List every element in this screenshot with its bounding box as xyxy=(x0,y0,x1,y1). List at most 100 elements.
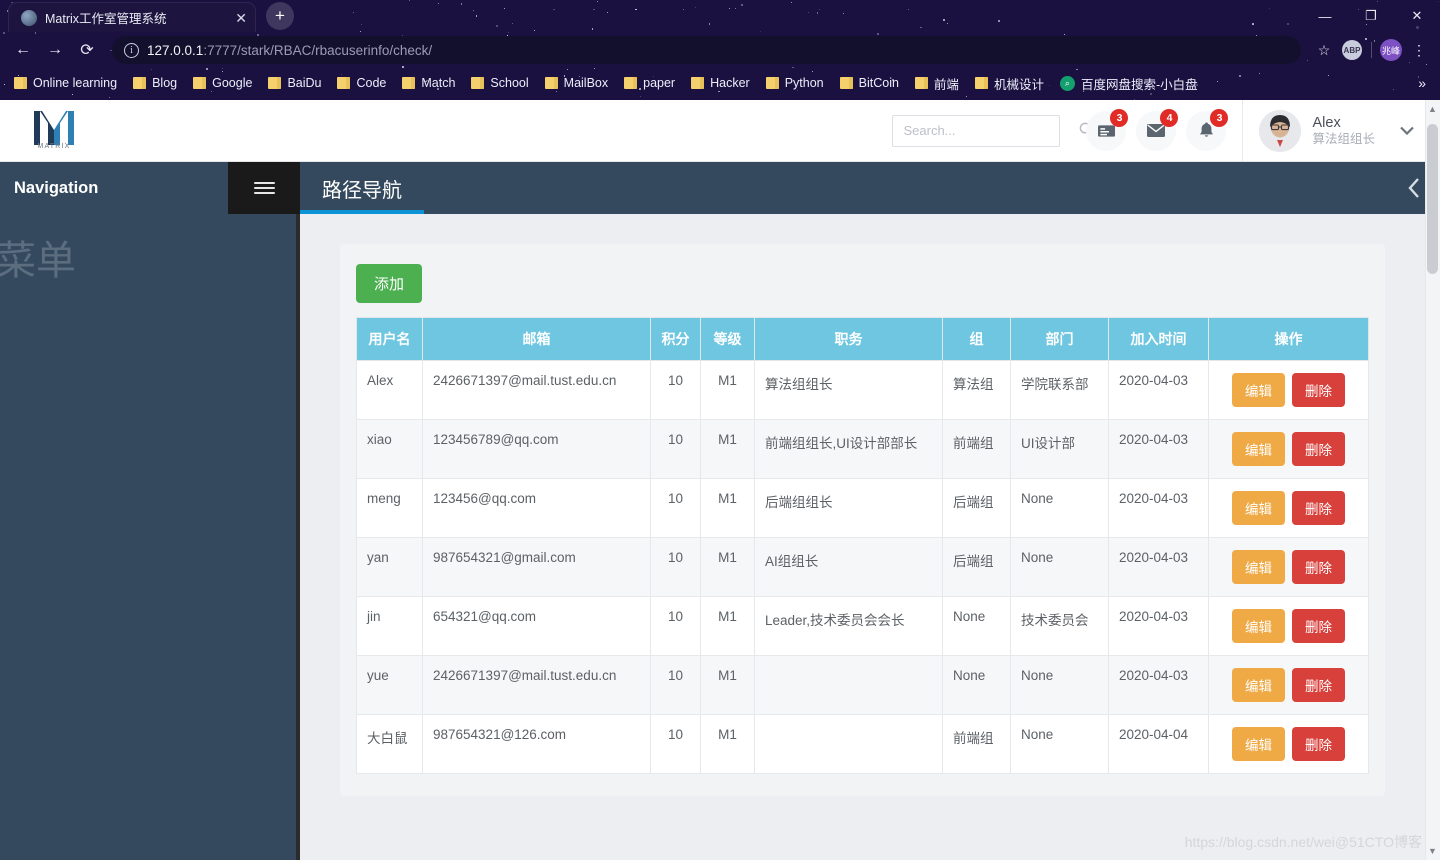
delete-button[interactable]: 删除 xyxy=(1292,550,1345,584)
navigation-bar: Navigation 路径导航 xyxy=(0,162,1440,214)
bookmark-6[interactable]: Match xyxy=(394,74,463,92)
bookmark-10[interactable]: Hacker xyxy=(683,74,758,92)
folder-icon xyxy=(268,77,282,89)
cell-level: M1 xyxy=(700,419,755,479)
avatar xyxy=(1259,109,1302,152)
bookmark-8[interactable]: MailBox xyxy=(537,74,616,92)
bookmark-label: Match xyxy=(421,76,456,90)
bookmark-star-icon[interactable]: ☆ xyxy=(1311,37,1337,63)
cell-points: 10 xyxy=(650,655,701,715)
folder-icon xyxy=(624,77,638,89)
folder-icon xyxy=(133,77,147,89)
bookmark-5[interactable]: Code xyxy=(329,74,394,92)
chevron-down-icon[interactable] xyxy=(1400,124,1414,138)
delete-button[interactable]: 删除 xyxy=(1292,609,1345,643)
folder-icon xyxy=(544,77,558,89)
edit-button[interactable]: 编辑 xyxy=(1232,550,1285,584)
bookmark-11[interactable]: Python xyxy=(758,74,832,92)
bookmark-13[interactable]: 前端 xyxy=(907,72,967,95)
table-row: yue 2426671397@mail.tust.edu.cn 10 M1 None No… xyxy=(356,655,1369,715)
baidu-search-icon: ⌕ xyxy=(1059,75,1075,91)
bookmark-label: BitCoin xyxy=(858,76,899,90)
close-icon[interactable]: ✕ xyxy=(235,11,247,25)
folder-icon xyxy=(691,77,705,89)
bookmark-9[interactable]: paper xyxy=(616,74,683,92)
extension-abp-icon[interactable]: ABP xyxy=(1339,37,1365,63)
cell-actions: 编辑 删除 xyxy=(1208,596,1369,656)
cell-username: yue xyxy=(356,655,423,715)
edit-button[interactable]: 编辑 xyxy=(1232,727,1285,761)
bookmark-1[interactable]: Online learning xyxy=(6,74,125,92)
cell-department: None xyxy=(1010,537,1109,597)
bell-icon[interactable]: 3 xyxy=(1186,108,1229,151)
cell-username: 大白鼠 xyxy=(356,714,423,774)
delete-button[interactable]: 删除 xyxy=(1292,491,1345,525)
bookmark-14[interactable]: 机械设计 xyxy=(967,72,1052,95)
back-icon[interactable]: ← xyxy=(8,35,38,65)
cell-actions: 编辑 删除 xyxy=(1208,537,1369,597)
window-close-icon[interactable]: ✕ xyxy=(1394,0,1440,32)
tasks-badge: 3 xyxy=(1110,108,1129,127)
scroll-up-arrow[interactable]: ▲ xyxy=(1427,104,1438,114)
browser-profile-icon[interactable]: 兆峰 xyxy=(1378,37,1404,63)
cell-email: 123456@qq.com xyxy=(422,478,651,538)
menu-icon[interactable] xyxy=(228,162,300,214)
maximize-icon[interactable]: ❐ xyxy=(1348,0,1394,32)
bookmark-15[interactable]: ⌕ 百度网盘搜索-小白盘 xyxy=(1052,72,1206,95)
profile-initials: 兆峰 xyxy=(1380,39,1402,61)
address-bar[interactable]: i 127.0.0.1:7777/stark/RBAC/rbacuserinfo… xyxy=(112,36,1301,64)
cell-actions: 编辑 删除 xyxy=(1208,419,1369,479)
notification-icons: 3 4 3 xyxy=(1086,108,1229,151)
cell-level: M1 xyxy=(700,596,755,656)
sidebar-title: Navigation xyxy=(14,178,99,197)
bookmark-3[interactable]: Google xyxy=(185,74,260,92)
menu-icon-line xyxy=(253,181,275,185)
app-logo[interactable]: MATRIX xyxy=(0,111,300,150)
cell-points: 10 xyxy=(650,478,701,538)
edit-button[interactable]: 编辑 xyxy=(1232,668,1285,702)
add-user-button[interactable]: 添加 xyxy=(356,264,423,303)
browser-menu-icon[interactable]: ⋮ xyxy=(1406,37,1432,63)
info-icon[interactable]: i xyxy=(124,42,139,58)
bookmarks-overflow-icon[interactable]: » xyxy=(1410,73,1434,93)
forward-icon[interactable]: → xyxy=(40,35,70,65)
reload-icon[interactable]: ⟳ xyxy=(72,35,102,65)
search-box[interactable] xyxy=(892,114,1095,147)
cell-username: Alex xyxy=(356,360,423,420)
delete-button[interactable]: 删除 xyxy=(1292,432,1345,466)
browser-tab[interactable]: Matrix工作室管理系统 ✕ xyxy=(8,2,256,32)
cell-email: 2426671397@mail.tust.edu.cn xyxy=(422,655,651,715)
edit-button[interactable]: 编辑 xyxy=(1232,432,1285,466)
bookmark-4[interactable]: BaiDu xyxy=(260,74,329,92)
tasks-icon[interactable]: 3 xyxy=(1086,108,1129,151)
cell-position: AI组组长 xyxy=(754,537,943,597)
bookmark-12[interactable]: BitCoin xyxy=(832,74,907,92)
scrollbar-thumb[interactable] xyxy=(1427,124,1438,274)
envelope-icon[interactable]: 4 xyxy=(1136,108,1179,151)
new-tab-button[interactable]: + xyxy=(266,2,294,30)
cell-join_date: 2020-04-04 xyxy=(1108,714,1209,774)
delete-button[interactable]: 删除 xyxy=(1292,668,1345,702)
cell-join_date: 2020-04-03 xyxy=(1108,537,1209,597)
delete-button[interactable]: 删除 xyxy=(1292,727,1345,761)
cell-username: xiao xyxy=(356,419,423,479)
bookmark-7[interactable]: School xyxy=(463,74,536,92)
scroll-down-arrow[interactable]: ▼ xyxy=(1427,846,1438,856)
search-input[interactable] xyxy=(903,123,1080,138)
table-header-row: 用户名 邮箱 积分 等级 职务组部门 加入时间 操作 xyxy=(356,317,1369,361)
column-header-4: 等级 xyxy=(700,317,755,361)
cell-join_date: 2020-04-03 xyxy=(1108,478,1209,538)
user-menu[interactable]: Alex 算法组组长 xyxy=(1259,109,1440,152)
cell-group: 前端组 xyxy=(942,714,1011,774)
minimize-icon[interactable]: — xyxy=(1302,0,1348,32)
abp-badge: ABP xyxy=(1342,40,1362,60)
delete-button[interactable]: 删除 xyxy=(1292,373,1345,407)
vertical-scrollbar[interactable]: ▲ ▼ xyxy=(1425,100,1440,860)
breadcrumb[interactable]: 路径导航 xyxy=(300,162,424,214)
edit-button[interactable]: 编辑 xyxy=(1232,609,1285,643)
folder-icon xyxy=(471,77,485,89)
cell-email: 123456789@qq.com xyxy=(422,419,651,479)
bookmark-2[interactable]: Blog xyxy=(125,74,185,92)
edit-button[interactable]: 编辑 xyxy=(1232,373,1285,407)
edit-button[interactable]: 编辑 xyxy=(1232,491,1285,525)
